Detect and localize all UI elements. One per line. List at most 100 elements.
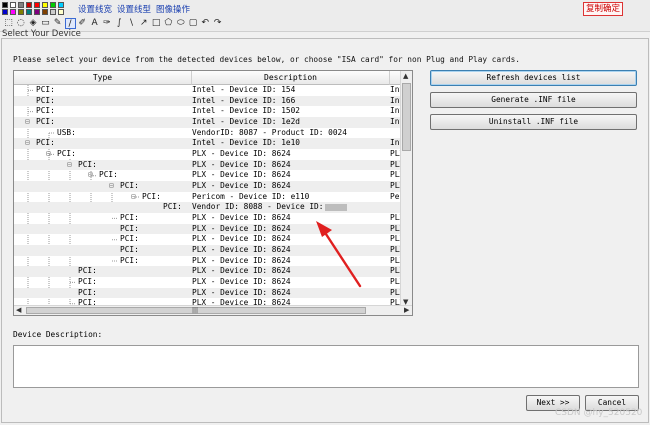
uninstall-inf-button[interactable]: Uninstall .INF file [430,114,637,130]
device-description-text: Intel - Device ID: 166 [192,95,296,105]
tree-expander-icon[interactable]: ⊟ [131,192,136,203]
tree-expander-icon[interactable]: ⊟ [67,160,72,171]
color-swatch[interactable] [34,9,40,15]
device-description-box [13,345,639,388]
refresh-devices-button[interactable]: Refresh devices list [430,70,637,86]
table-row[interactable]: PCI:PLX - Device ID: 8624PLX [14,234,402,245]
table-row[interactable]: USB: VendorID: 8087 - Product ID: 0024 [14,128,402,139]
device-type-cell: PCI: [163,202,182,212]
table-row[interactable]: PCI:PLX - Device ID: 8624PLX [14,213,402,224]
device-description-cell: PLX - Device ID: 8624 [192,256,291,267]
color-swatch[interactable] [34,2,40,8]
undo-icon[interactable]: ↶ [200,18,211,29]
tree-expander-icon[interactable]: ⊟ [88,170,93,181]
horizontal-scroll-thumb[interactable]: ||| [26,307,366,314]
marker-icon[interactable]: ✑ [101,18,112,29]
color-swatch[interactable] [58,9,64,15]
color-swatch[interactable] [42,9,48,15]
eraser-icon[interactable]: ▭ [40,18,51,29]
table-row[interactable]: PCI:⊟Intel - Device ID: 1e2dIntel [14,117,402,128]
horizontal-scrollbar[interactable]: ◀ ||| ▶ [14,305,412,315]
table-row[interactable]: PCI:⊟PLX - Device ID: 8624PLX [14,181,402,192]
device-description-text: PLX - Device ID: 8624 [192,223,291,233]
device-description-cell: PLX - Device ID: 8624 [192,245,291,256]
device-description-cell: PLX - Device ID: 8624 [192,277,291,288]
annotation-toolbar: 设置线宽 设置线型 图像操作 复制确定 [0,0,650,17]
rectangle-icon[interactable]: □ [151,18,162,29]
color-swatch[interactable] [26,9,32,15]
table-row[interactable]: PCI:Intel - Device ID: 166Intel [14,95,402,107]
image-operations-link[interactable]: 图像操作 [156,3,190,15]
color-swatch[interactable] [18,2,24,8]
device-description-text: Vendor ID: 8088 - Device ID: [192,202,324,212]
device-list[interactable]: Type Description PCI: Intel - Device ID: … [13,70,413,316]
table-row[interactable]: PCI:⊟PLX - Device ID: 8624PLX [14,170,402,181]
tree-expander-icon[interactable]: ⊟ [25,138,30,149]
color-swatch[interactable] [42,2,48,8]
set-line-style-link[interactable]: 设置线型 [117,3,151,15]
device-description-cell: Intel - Device ID: 1e10 [192,138,300,149]
table-row[interactable]: PCI:⊟PLX - Device ID: 8624PLX [14,149,402,160]
brush-icon[interactable]: ✐ [77,18,88,29]
table-row[interactable]: PCI:⊟PLX - Device ID: 8624PLX [14,159,402,171]
device-description-text: PLX - Device ID: 8624 [192,234,291,244]
device-type-cell: PCI: [120,245,139,255]
table-row[interactable]: PCI:⊟Intel - Device ID: 1e10Intel [14,138,402,149]
rounded-rect-icon[interactable]: ▢ [188,18,199,29]
generate-inf-button[interactable]: Generate .INF file [430,92,637,108]
table-row[interactable]: PCI:PLX - Device ID: 8624PLX [14,223,402,235]
text-icon[interactable]: A [89,18,100,29]
pencil-icon[interactable]: / [64,18,76,29]
device-type-cell: PCI: [36,85,55,94]
device-description-text: Intel - Device ID: 1502 [192,106,300,116]
color-swatch[interactable] [10,9,16,15]
device-description-text: PLX - Device ID: 8624 [192,255,291,265]
tree-expander-icon[interactable]: ⊟ [109,181,114,192]
device-type-cell: USB: [57,127,76,137]
table-row[interactable]: PCI:PLX - Device ID: 8624PLX [14,256,402,267]
table-row[interactable]: PCI:Intel - Device ID: 1502Intel [14,106,402,117]
table-row[interactable]: PCI: Vendor ID: 8088 - Device ID: [14,202,402,214]
table-row[interactable]: PCI:PLX - Device ID: 8624PLX [14,245,402,256]
vertical-scrollbar[interactable]: ▲ ▼ [400,71,412,307]
ellipse-icon[interactable]: ⬭ [175,18,186,29]
device-type-cell: PCI: [36,117,55,126]
copy-confirm-button[interactable]: 复制确定 [583,2,623,16]
rect-select-icon[interactable]: ⬚ [3,18,14,29]
set-line-width-link[interactable]: 设置线宽 [78,3,112,15]
color-swatch[interactable] [50,9,56,15]
lasso-icon[interactable]: ◌ [15,18,26,29]
device-description-text: Intel - Device ID: 154 [192,85,296,94]
color-swatch[interactable] [10,2,16,8]
device-description-cell: Intel - Device ID: 154 [192,85,295,96]
table-row[interactable]: PCI:Intel - Device ID: 154Intel [14,85,402,96]
line-icon[interactable]: \ [126,18,137,29]
tree-expander-icon[interactable]: ⊟ [46,149,51,160]
device-type-cell: PCI: [78,277,97,287]
color-swatch[interactable] [58,2,64,8]
device-type-cell: PCI: [120,181,139,191]
color-swatch[interactable] [18,9,24,15]
color-swatch[interactable] [50,2,56,8]
device-description-cell: Intel - Device ID: 166 [192,96,295,107]
curve-icon[interactable]: ∫ [114,18,125,29]
redo-icon[interactable]: ↷ [212,18,223,29]
fill-icon[interactable]: ◈ [28,18,39,29]
table-row[interactable]: PCI:PLX - Device ID: 8624PLX [14,287,402,299]
table-row[interactable]: PCI:⊟Pericom - Device ID: e110Peric [14,192,402,203]
table-row[interactable]: PCI:PLX - Device ID: 8624PLX [14,266,402,278]
device-description-text: VendorID: 8087 - Product ID: 0024 [192,127,347,137]
device-description-cell: PLX - Device ID: 8624 [192,234,291,245]
table-row[interactable]: PCI:PLX - Device ID: 8624PLX [14,277,402,288]
color-swatch[interactable] [26,2,32,8]
picker-icon[interactable]: ✎ [52,18,63,29]
device-description-text: PLX - Device ID: 8624 [192,159,291,169]
device-type-cell: PCI: [142,191,161,201]
color-swatch[interactable] [2,9,8,15]
arrow-icon[interactable]: ↗ [138,18,149,29]
vertical-scroll-thumb[interactable] [402,83,411,151]
device-description-cell: PLX - Device ID: 8624 [192,149,291,160]
polygon-icon[interactable]: ⬠ [163,18,174,29]
color-swatch[interactable] [2,2,8,8]
tree-expander-icon[interactable]: ⊟ [25,117,30,128]
